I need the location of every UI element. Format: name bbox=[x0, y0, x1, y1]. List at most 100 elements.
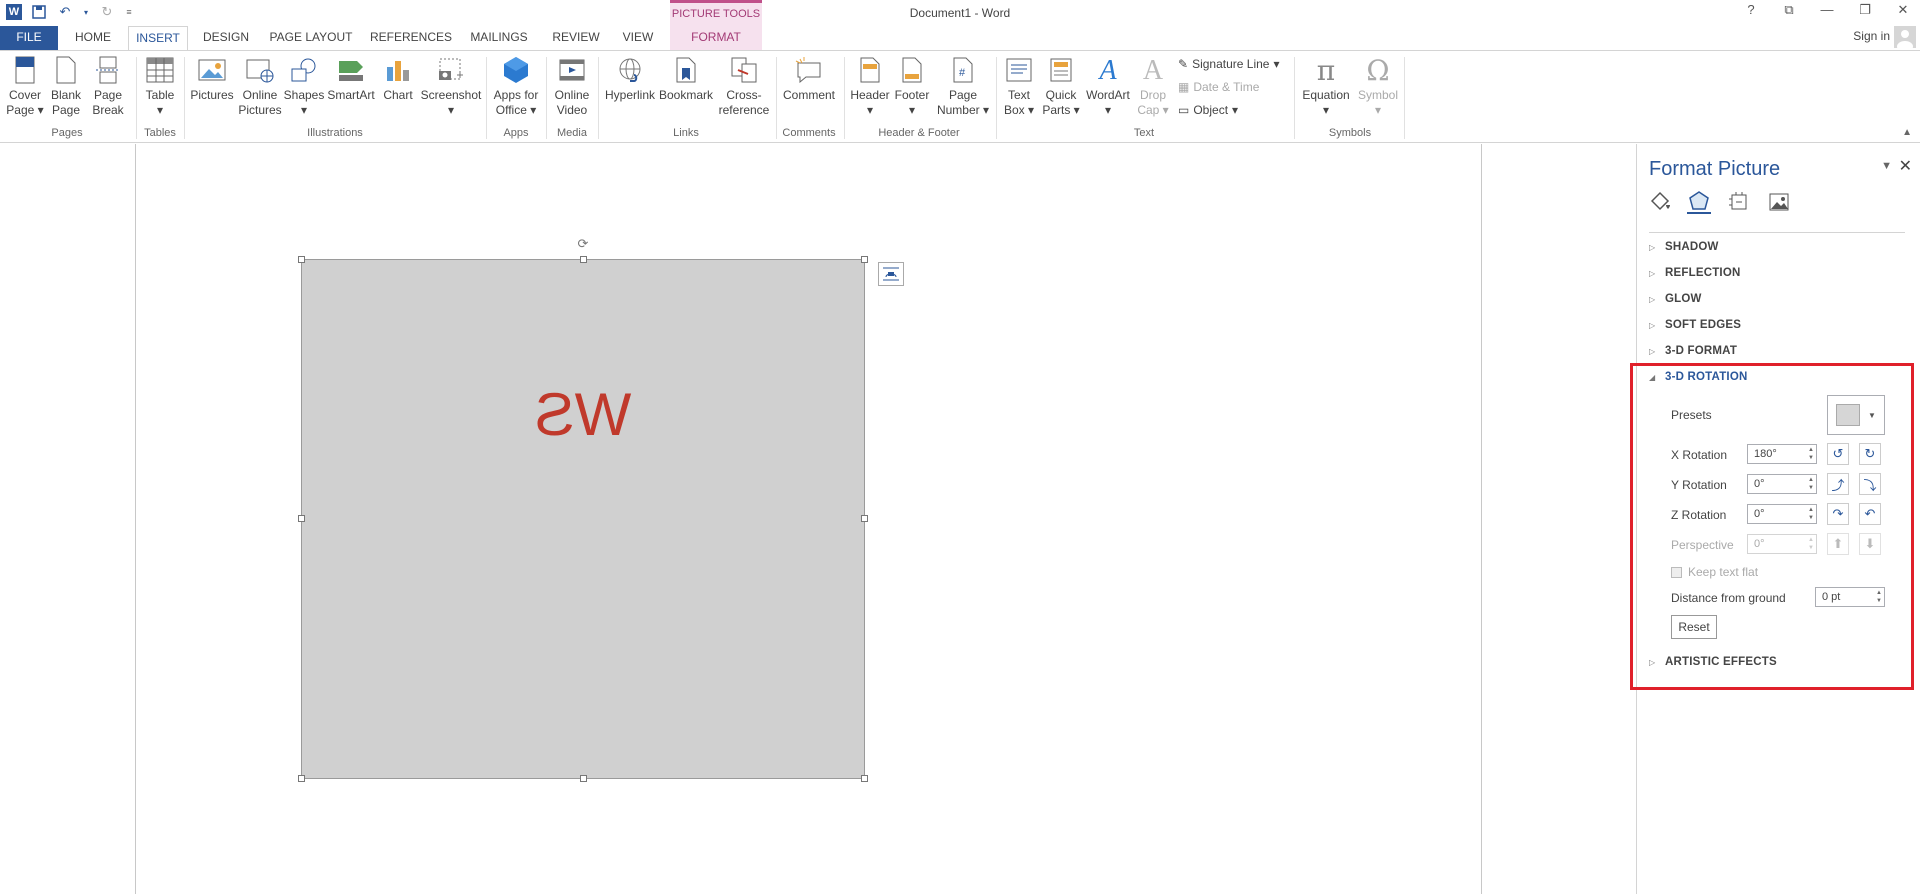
resize-handle-top[interactable] bbox=[580, 256, 587, 263]
header-button[interactable]: Header ▾ bbox=[848, 55, 892, 118]
pane-close-icon[interactable]: ✕ bbox=[1899, 156, 1912, 176]
maximize-button[interactable]: ❐ bbox=[1856, 2, 1874, 18]
svg-text:#: # bbox=[959, 67, 966, 79]
text-box-button[interactable]: Text Box ▾ bbox=[1000, 55, 1038, 118]
hyperlink-button[interactable]: Hyperlink bbox=[602, 55, 658, 103]
cover-page-button[interactable]: Cover Page ▾ bbox=[4, 55, 46, 118]
redo-icon[interactable]: ↻ bbox=[98, 3, 116, 21]
online-pictures-button[interactable]: Online Pictures bbox=[238, 55, 282, 118]
fill-line-icon[interactable] bbox=[1647, 190, 1671, 214]
online-video-button[interactable]: Online Video bbox=[550, 55, 594, 118]
smartart-button[interactable]: SmartArt bbox=[326, 55, 376, 103]
layout-properties-icon[interactable] bbox=[1727, 190, 1751, 214]
collapse-ribbon-icon[interactable]: ▲ bbox=[1902, 127, 1912, 138]
tab-mailings[interactable]: MAILINGS bbox=[464, 26, 534, 50]
screenshot-button[interactable]: Screenshot ▾ bbox=[420, 55, 482, 118]
close-button[interactable]: ✕ bbox=[1894, 2, 1912, 18]
tab-review[interactable]: REVIEW bbox=[548, 26, 604, 50]
resize-handle-bottom-left[interactable] bbox=[298, 775, 305, 782]
rotate-handle-icon[interactable]: ⟳ bbox=[576, 237, 590, 251]
section-artistic-effects[interactable]: ▷ ARTISTIC EFFECTS bbox=[1649, 656, 1777, 668]
effects-icon[interactable] bbox=[1687, 190, 1711, 214]
shapes-button[interactable]: Shapes ▾ bbox=[284, 55, 324, 118]
minimize-button[interactable]: — bbox=[1818, 2, 1836, 18]
comment-button[interactable]: Comment bbox=[780, 55, 838, 103]
resize-handle-right[interactable] bbox=[861, 515, 868, 522]
tab-design[interactable]: DESIGN bbox=[200, 26, 252, 50]
date-time-button[interactable]: ▦ Date & Time bbox=[1178, 80, 1259, 94]
resize-handle-left[interactable] bbox=[298, 515, 305, 522]
apps-for-office-button[interactable]: Apps for Office ▾ bbox=[490, 55, 542, 118]
document-area[interactable]: ⟳ WS bbox=[0, 144, 1636, 894]
tab-page-layout[interactable]: PAGE LAYOUT bbox=[266, 26, 356, 50]
help-button[interactable]: ? bbox=[1742, 2, 1760, 18]
x-rotation-input[interactable]: 180° ▲ ▼ bbox=[1747, 444, 1817, 464]
distance-from-ground-input[interactable]: 0 pt ▲ ▼ bbox=[1815, 587, 1885, 607]
y-rotation-input[interactable]: 0° ▲ ▼ bbox=[1747, 474, 1817, 494]
save-icon[interactable] bbox=[30, 3, 48, 21]
perspective-input[interactable]: 0° ▲ ▼ bbox=[1747, 534, 1817, 554]
rotate-right-icon[interactable]: ↻ bbox=[1859, 443, 1881, 465]
undo-dropdown-icon[interactable]: ▾ bbox=[82, 3, 90, 21]
rotate-left-icon[interactable]: ↺ bbox=[1827, 443, 1849, 465]
section-3d-format[interactable]: ▷ 3-D FORMAT bbox=[1649, 345, 1737, 357]
shapes-dropdown-icon: ▾ bbox=[300, 103, 308, 117]
section-soft-edges[interactable]: ▷ SOFT EDGES bbox=[1649, 319, 1741, 331]
footer-button[interactable]: Footer ▾ bbox=[890, 55, 934, 118]
keep-text-flat-checkbox[interactable]: Keep text flat bbox=[1671, 565, 1758, 579]
quick-parts-button[interactable]: Quick Parts ▾ bbox=[1040, 55, 1082, 118]
object-button[interactable]: ▭ Object ▾ bbox=[1178, 103, 1238, 117]
tab-format[interactable]: FORMAT bbox=[670, 26, 762, 50]
resize-handle-bottom-right[interactable] bbox=[861, 775, 868, 782]
chart-button[interactable]: Chart bbox=[378, 55, 418, 103]
perspective-increase-icon[interactable]: ⬆ bbox=[1827, 533, 1849, 555]
tab-home[interactable]: HOME bbox=[70, 26, 116, 50]
expand-arrow-icon: ▷ bbox=[1649, 346, 1656, 356]
z-rotation-input[interactable]: 0° ▲ ▼ bbox=[1747, 504, 1817, 524]
signature-line-button[interactable]: ✎ Signature Line ▾ bbox=[1178, 57, 1279, 71]
resize-handle-bottom[interactable] bbox=[580, 775, 587, 782]
pictures-button[interactable]: Pictures bbox=[190, 55, 234, 103]
ribbon-display-options-button[interactable]: ⧉ bbox=[1780, 2, 1798, 18]
footer-icon bbox=[897, 55, 927, 85]
page-number-button[interactable]: # Page Number ▾ bbox=[934, 55, 992, 118]
rotate-clockwise-icon[interactable]: ↷ bbox=[1827, 503, 1849, 525]
undo-icon[interactable]: ↶ bbox=[56, 3, 74, 21]
symbol-button[interactable]: Ω Symbol ▾ bbox=[1354, 55, 1402, 118]
tab-view[interactable]: VIEW bbox=[616, 26, 660, 50]
pane-options-icon[interactable]: ▼ bbox=[1881, 160, 1892, 172]
blank-page-button[interactable]: Blank Page bbox=[48, 55, 84, 118]
smartart-label: SmartArt bbox=[327, 88, 375, 102]
picture-text: WS bbox=[534, 381, 632, 448]
rotate-up-icon[interactable]: ⤴ bbox=[1827, 473, 1849, 495]
section-glow[interactable]: ▷ GLOW bbox=[1649, 293, 1702, 305]
bookmark-button[interactable]: Bookmark bbox=[658, 55, 714, 103]
perspective-decrease-icon[interactable]: ⬇ bbox=[1859, 533, 1881, 555]
layout-options-button[interactable] bbox=[878, 262, 904, 286]
rotate-counterclockwise-icon[interactable]: ↶ bbox=[1859, 503, 1881, 525]
tab-file[interactable]: FILE bbox=[0, 26, 58, 50]
section-3d-rotation[interactable]: ◢ 3-D ROTATION bbox=[1649, 371, 1747, 383]
picture-icon[interactable] bbox=[1767, 190, 1791, 214]
resize-handle-top-right[interactable] bbox=[861, 256, 868, 263]
presets-dropdown[interactable]: ▼ bbox=[1827, 395, 1885, 435]
equation-button[interactable]: π Equation ▾ bbox=[1298, 55, 1354, 118]
rotate-down-icon[interactable]: ⤵ bbox=[1859, 473, 1881, 495]
pane-category-tabs bbox=[1647, 190, 1791, 214]
tab-references[interactable]: REFERENCES bbox=[370, 26, 452, 50]
customize-qat-icon[interactable]: ≡ bbox=[124, 3, 134, 21]
expand-arrow-icon: ▷ bbox=[1649, 242, 1656, 252]
selected-picture[interactable]: WS bbox=[298, 256, 868, 782]
section-reflection[interactable]: ▷ REFLECTION bbox=[1649, 267, 1740, 279]
page-break-button[interactable]: Page Break bbox=[90, 55, 126, 118]
tab-insert[interactable]: INSERT bbox=[128, 26, 188, 51]
drop-cap-button[interactable]: A Drop Cap ▾ bbox=[1134, 55, 1172, 118]
sign-in-link[interactable]: Sign in bbox=[1853, 29, 1890, 43]
section-shadow[interactable]: ▷ SHADOW bbox=[1649, 241, 1719, 253]
reset-button[interactable]: Reset bbox=[1671, 615, 1717, 639]
resize-handle-top-left[interactable] bbox=[298, 256, 305, 263]
cross-reference-button[interactable]: Cross- reference bbox=[716, 55, 772, 118]
wordart-button[interactable]: A WordArt ▾ bbox=[1084, 55, 1132, 118]
avatar[interactable] bbox=[1894, 26, 1916, 48]
table-button[interactable]: Table ▾ bbox=[142, 55, 178, 118]
